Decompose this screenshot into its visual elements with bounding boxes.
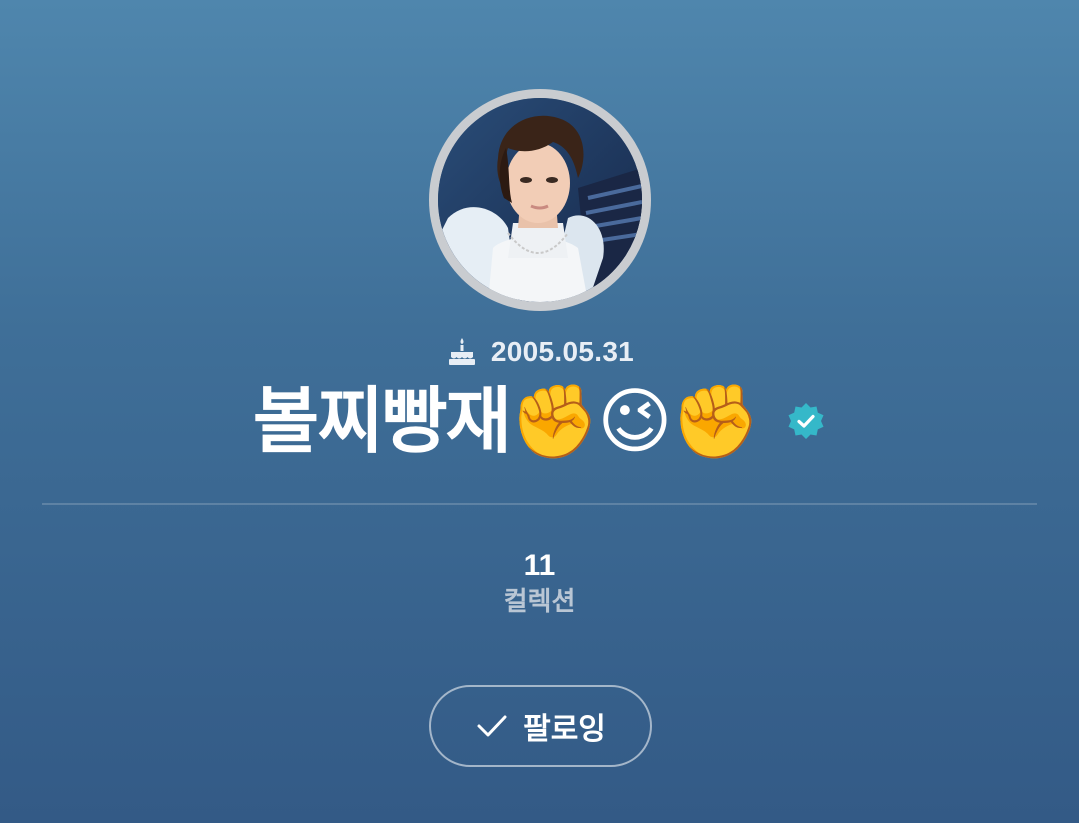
avatar-image <box>438 98 642 302</box>
following-button-label: 팔로잉 <box>523 712 606 747</box>
cake-icon <box>445 335 479 369</box>
avatar-ring[interactable] <box>429 89 651 311</box>
collections-count: 11 <box>523 549 556 582</box>
birthday-date: 2005.05.31 <box>490 336 635 367</box>
profile-page: 2005.05.31 볼찌빵재✊😉✊ 11 컬렉션 팔로잉 <box>0 0 1079 823</box>
birthday-row: 2005.05.31 <box>0 335 1079 369</box>
profile-name: 볼찌빵재✊😉✊ <box>252 379 760 463</box>
name-row: 볼찌빵재✊😉✊ <box>0 378 1079 464</box>
checkmark-icon <box>477 715 507 737</box>
avatar[interactable] <box>438 98 642 302</box>
divider <box>42 503 1037 505</box>
verified-badge-icon <box>788 403 824 439</box>
stat-collections[interactable]: 11 컬렉션 <box>0 548 1079 620</box>
following-button[interactable]: 팔로잉 <box>429 685 652 767</box>
collections-label: 컬렉션 <box>503 587 576 617</box>
